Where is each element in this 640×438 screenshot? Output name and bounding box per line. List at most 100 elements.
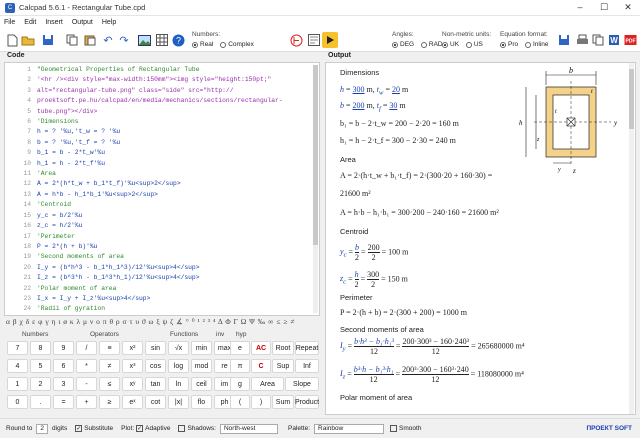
key-g[interactable]: g bbox=[230, 377, 250, 391]
numbers-real-radio[interactable]: Real bbox=[192, 41, 213, 48]
code-line[interactable]: A = h*b - h_1*b_1'%u<sup>2</sup> bbox=[37, 190, 313, 200]
paste-icon[interactable] bbox=[82, 32, 98, 48]
key-[interactable]: . bbox=[30, 395, 51, 409]
save-icon[interactable] bbox=[40, 32, 56, 48]
key-7[interactable]: 7 bbox=[7, 341, 28, 355]
equation-inline-radio[interactable]: Inline bbox=[524, 41, 548, 48]
close-button[interactable]: ✕ bbox=[616, 2, 640, 13]
maximize-button[interactable]: ☐ bbox=[592, 2, 616, 13]
key-Sup[interactable]: Sup bbox=[272, 359, 294, 373]
key-[interactable]: / bbox=[76, 341, 97, 355]
key-AC[interactable]: AC bbox=[251, 341, 271, 355]
key-Sum[interactable]: Sum bbox=[272, 395, 294, 409]
code-editor[interactable]: 1 2 3 4 5 6 7 8 9 10 11 12 13 14 15 16 17 18 19 20 21 22 23 24 … bbox=[4, 62, 320, 316]
greek-symbols-bar[interactable]: α β χ δ ε φ γ η ι ø κ λ μ ν ο π θ ρ σ τ … bbox=[4, 317, 320, 329]
output-panel[interactable]: Dimensions h = 300 m, tw = 20 m b = 200 … bbox=[325, 62, 636, 415]
key-2[interactable]: 2 bbox=[30, 377, 51, 391]
code-line[interactable]: h = ? '%u,'t_w = ? '%u bbox=[37, 127, 313, 137]
minimize-button[interactable]: – bbox=[568, 2, 592, 13]
equation-pro-radio[interactable]: Pro bbox=[500, 41, 518, 48]
angles-deg-radio[interactable]: DEG bbox=[392, 41, 414, 48]
code-text[interactable]: "Geometrical Properties of Rectangular T… bbox=[37, 65, 313, 315]
key-ceil[interactable]: ceil bbox=[191, 377, 212, 391]
key-6[interactable]: 6 bbox=[53, 359, 74, 373]
key-cot[interactable]: cot bbox=[145, 395, 166, 409]
key-x[interactable]: x² bbox=[122, 341, 143, 355]
menu-insert[interactable]: Insert bbox=[45, 19, 63, 26]
key-8[interactable]: 8 bbox=[30, 341, 51, 355]
code-line[interactable]: b_1 = b - 2*t_w'%u bbox=[37, 148, 313, 158]
code-line[interactable]: b = ? '%u,'t_f = ? '%u bbox=[37, 138, 313, 148]
key-ln[interactable]: ln bbox=[168, 377, 189, 391]
redo-icon[interactable]: ↷ bbox=[116, 32, 132, 48]
key-log[interactable]: log bbox=[168, 359, 189, 373]
key-[interactable]: ≥ bbox=[99, 395, 120, 409]
word-export-icon[interactable]: W bbox=[606, 32, 622, 48]
help-icon[interactable]: ? bbox=[170, 32, 186, 48]
code-line[interactable]: P = 2*(h + b)'%u bbox=[37, 242, 313, 252]
key-[interactable]: ≤ bbox=[99, 377, 120, 391]
shadows-select[interactable]: North-west bbox=[219, 423, 278, 434]
new-file-icon[interactable] bbox=[4, 32, 20, 48]
key-cos[interactable]: cos bbox=[145, 359, 166, 373]
menu-output[interactable]: Output bbox=[72, 19, 93, 26]
menu-help[interactable]: Help bbox=[102, 19, 116, 26]
key-C[interactable]: C bbox=[251, 359, 271, 373]
key-[interactable]: + bbox=[76, 395, 97, 409]
copy-icon[interactable] bbox=[64, 32, 80, 48]
units-us-radio[interactable]: US bbox=[465, 41, 483, 48]
code-line[interactable]: 'Second moments of area bbox=[37, 252, 313, 262]
key-tan[interactable]: tan bbox=[145, 377, 166, 391]
key-[interactable]: - bbox=[76, 377, 97, 391]
angles-rad-radio[interactable]: RAD bbox=[420, 41, 443, 48]
pdf-export-icon[interactable]: PDF bbox=[622, 32, 638, 48]
code-line[interactable]: h_1 = h - 2*t_f'%u bbox=[37, 159, 313, 169]
open-folder-icon[interactable] bbox=[20, 32, 36, 48]
code-line[interactable]: I_y = (b*h^3 - b_1*h_1^3)/12'%u<sup>4</s… bbox=[37, 263, 313, 273]
key-[interactable]: * bbox=[76, 359, 97, 373]
print-icon[interactable] bbox=[574, 32, 590, 48]
key-x[interactable]: x³ bbox=[122, 359, 143, 373]
code-line[interactable]: 'Polar moment of area bbox=[37, 284, 313, 294]
code-line[interactable]: 'Area bbox=[37, 169, 313, 179]
code-scrollbar[interactable] bbox=[313, 65, 318, 313]
save-output-icon[interactable] bbox=[556, 32, 572, 48]
key-Repeat[interactable]: Repeat bbox=[295, 341, 319, 355]
round-digits-input[interactable]: 2 bbox=[36, 423, 49, 434]
key-mod[interactable]: mod bbox=[191, 359, 212, 373]
undo-icon[interactable]: ↶ bbox=[100, 32, 116, 48]
code-line[interactable]: I_z = (b^3*h - b_1^3*h_1)/12'%u<sup>4</s… bbox=[37, 273, 313, 283]
key-x[interactable]: |x| bbox=[168, 395, 189, 409]
numbers-complex-radio[interactable]: Complex bbox=[220, 41, 254, 48]
code-line[interactable]: 'Dimensions bbox=[37, 117, 313, 127]
key-x[interactable]: √x bbox=[168, 341, 189, 355]
key-flo[interactable]: flo bbox=[191, 395, 212, 409]
key-sin[interactable]: sin bbox=[145, 341, 166, 355]
key-3[interactable]: 3 bbox=[53, 377, 74, 391]
code-line[interactable]: A = 2*(h*t_w + b_1*t_f)'%u<sup>2</sup> bbox=[37, 179, 313, 189]
key-Root[interactable]: Root bbox=[272, 341, 294, 355]
code-line[interactable]: I_x = I_y + I_z'%u<sup>4</sup> bbox=[37, 294, 313, 304]
key-1[interactable]: 1 bbox=[7, 377, 28, 391]
key-e[interactable]: eˣ bbox=[122, 395, 143, 409]
code-line[interactable]: 'Centroid bbox=[37, 200, 313, 210]
code-line[interactable]: 'Perimeter bbox=[37, 232, 313, 242]
shadows-checkbox[interactable] bbox=[178, 425, 186, 432]
key-4[interactable]: 4 bbox=[7, 359, 28, 373]
play-icon[interactable] bbox=[322, 32, 338, 48]
key-9[interactable]: 9 bbox=[53, 341, 74, 355]
insert-image-icon[interactable] bbox=[136, 32, 152, 48]
code-line[interactable]: z_c = h/2'%u bbox=[37, 221, 313, 231]
key-[interactable]: ≠ bbox=[99, 359, 120, 373]
code-line[interactable]: proektsoft.pe.hu/calcpad/en/media/mechan… bbox=[37, 96, 313, 106]
key-Area[interactable]: Area bbox=[251, 377, 284, 391]
units-uk-radio[interactable]: UK bbox=[442, 41, 459, 48]
key-[interactable]: ≡ bbox=[99, 341, 120, 355]
key-[interactable]: ( bbox=[230, 395, 250, 409]
code-line[interactable]: tube.png"></div> bbox=[37, 107, 313, 117]
key-0[interactable]: 0 bbox=[7, 395, 28, 409]
smooth-checkbox[interactable] bbox=[390, 425, 398, 432]
form-icon[interactable] bbox=[306, 32, 322, 48]
calculate-icon[interactable] bbox=[288, 32, 304, 48]
output-scrollbar[interactable] bbox=[629, 63, 634, 414]
